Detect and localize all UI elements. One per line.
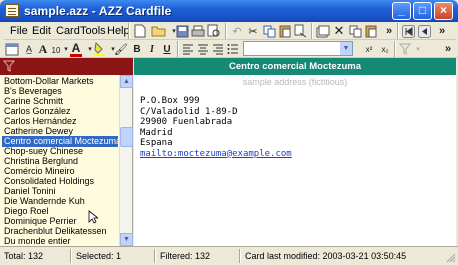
status-filtered: Filtered: 132 [160, 251, 211, 261]
new-card-icon[interactable] [315, 23, 331, 39]
italic-button[interactable]: I [144, 41, 160, 57]
status-modified: Card last modified: 2003-03-21 03:50:45 [245, 251, 407, 261]
subscript-button[interactable]: x₂ [377, 41, 393, 57]
title-bar: sample.azz - AZZ Cardfile _ □ × [0, 0, 458, 22]
scroll-thumb[interactable] [120, 127, 133, 147]
superscript-button[interactable]: x² [361, 41, 377, 57]
style-combo[interactable]: ▼ [243, 41, 353, 56]
email-link[interactable]: mailto:moctezuma@example.com [140, 149, 292, 160]
open-folder-icon[interactable] [150, 23, 166, 39]
underline-button[interactable]: U [159, 41, 175, 57]
toolbar-separator [394, 41, 395, 57]
status-selected: Selected: 1 [76, 251, 122, 261]
list-filter-bar[interactable] [0, 58, 133, 75]
status-separator [239, 249, 240, 263]
card-line: 29900 Fuenlabrada [140, 117, 233, 127]
copy-icon[interactable] [261, 23, 277, 39]
card-subtitle: sample address (fictitious) [242, 77, 348, 87]
bold-button[interactable]: B [129, 41, 145, 57]
delete-card-icon[interactable]: ✕ [331, 23, 347, 39]
align-right-icon[interactable] [210, 41, 226, 57]
status-bar: Total: 132 Selected: 1 Filtered: 132 Car… [0, 246, 458, 265]
more-chevron-icon[interactable]: » [434, 23, 450, 39]
chevron-down-icon: ▼ [340, 42, 352, 55]
paste-card-icon[interactable] [363, 23, 379, 39]
minimize-button[interactable]: _ [392, 2, 411, 20]
toolbar-separator [225, 23, 226, 39]
scroll-down-icon[interactable]: ▼ [120, 233, 133, 246]
card-text[interactable]: P.O.Box 999 C/Valadolid 1-89-D 29900 Fue… [140, 96, 292, 159]
menu-tools[interactable]: Tools [80, 25, 106, 37]
status-total: Total: 132 [4, 251, 44, 261]
card-title: Centro comercial Moctezuma [134, 58, 456, 75]
cut-icon[interactable]: ✂ [245, 23, 261, 39]
font-color-swatch [70, 54, 82, 57]
align-left-icon[interactable] [180, 41, 196, 57]
maximize-button[interactable]: □ [413, 2, 432, 20]
undo-icon[interactable]: ↶ [229, 23, 245, 39]
filter-dropdown-icon[interactable]: ▾ [410, 41, 426, 57]
funnel-icon[interactable] [2, 60, 16, 75]
menu-file[interactable]: File [10, 25, 28, 37]
card-body[interactable]: sample address (fictitious) P.O.Box 999 … [134, 75, 456, 246]
card-line: P.O.Box 999 [140, 96, 200, 106]
toolbar-separator [177, 41, 178, 57]
card-line: Madrid [140, 127, 173, 138]
close-button[interactable]: × [434, 2, 453, 20]
card-list[interactable]: Bottom-Dollar Markets B's Beverages Carine… [0, 75, 133, 246]
format-toolbar: A̲ A 10 ▾ A ▾ ▾ 🖌 B I U ▼ x² x₂ ▾ » [0, 40, 458, 58]
status-separator [70, 249, 71, 263]
mouse-cursor-icon [88, 210, 100, 224]
save-icon[interactable] [174, 23, 190, 39]
toolbar-separator [397, 23, 398, 39]
paste-icon[interactable] [277, 23, 293, 39]
new-file-icon[interactable] [132, 23, 148, 39]
more-chevron-icon[interactable]: » [381, 23, 397, 39]
list-scrollbar[interactable]: ▲ ▼ [119, 75, 133, 246]
bullet-list-icon[interactable] [225, 41, 241, 57]
more-chevron-icon[interactable]: » [440, 41, 456, 57]
main-toolbar: ▾ ↶ ✂ ✕ » » [128, 22, 456, 40]
resize-grip-icon[interactable] [446, 253, 456, 263]
menu-card[interactable]: Card [56, 25, 80, 37]
toolbar-separator [311, 23, 312, 39]
print-preview-icon[interactable] [206, 23, 222, 39]
status-separator [154, 249, 155, 263]
toolbar-separator [128, 23, 129, 39]
app-icon [5, 4, 19, 17]
copy-card-icon[interactable] [347, 23, 363, 39]
brush-icon[interactable]: 🖌 [113, 41, 129, 57]
list-item[interactable]: Du monde entier [2, 236, 118, 246]
align-center-icon[interactable] [195, 41, 211, 57]
card-line: C/Valadolid 1-89-D [140, 106, 238, 117]
replace-icon[interactable] [293, 23, 309, 39]
calendar-icon[interactable] [4, 41, 20, 57]
scroll-up-icon[interactable]: ▲ [120, 75, 133, 88]
menu-edit[interactable]: Edit [32, 25, 51, 37]
print-icon[interactable] [190, 23, 206, 39]
card-line: Espana [140, 138, 173, 148]
first-card-icon[interactable] [400, 23, 416, 39]
menu-help[interactable]: Help [107, 25, 130, 37]
previous-card-icon[interactable] [416, 23, 432, 39]
window-title: sample.azz - AZZ Cardfile [24, 4, 172, 18]
